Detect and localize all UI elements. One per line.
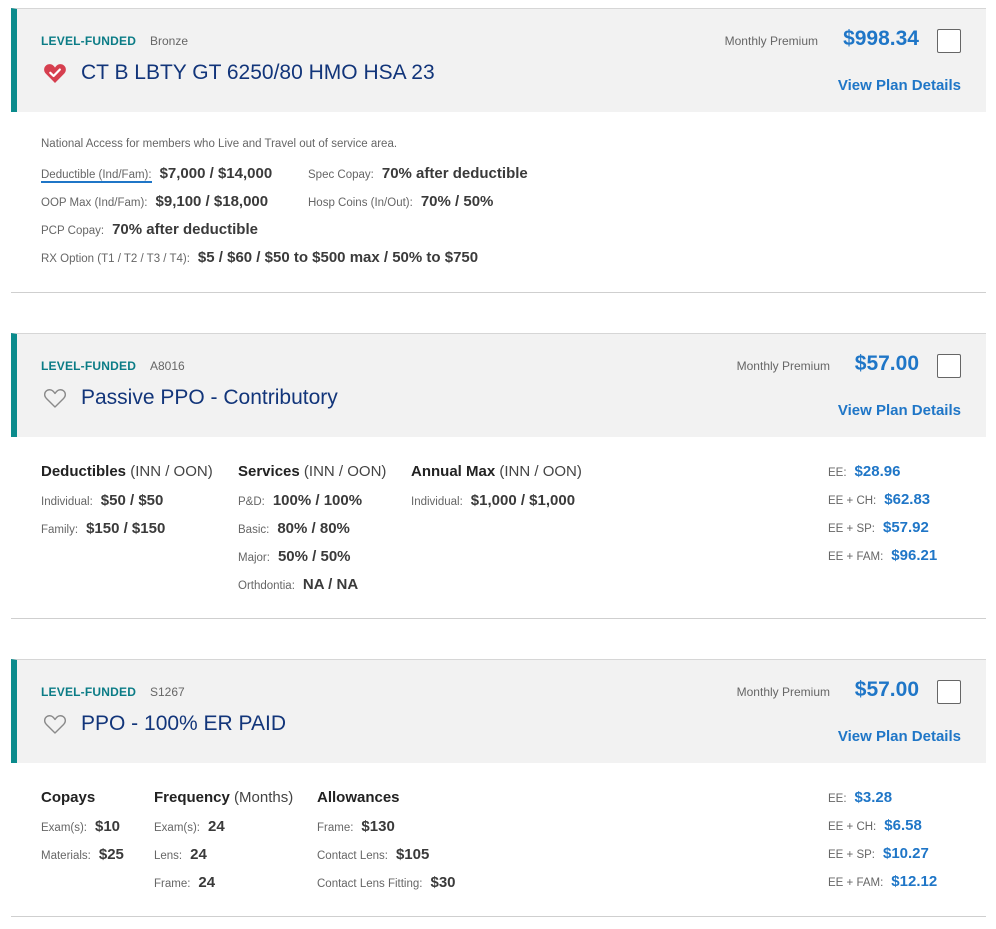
plan-card: LEVEL-FUNDED S1267 PPO - 100% ER PAID Mo…: [11, 659, 986, 917]
column-heading-annual-max: Annual Max (INN / OON): [411, 463, 582, 480]
view-plan-details-link[interactable]: View Plan Details: [838, 728, 961, 745]
benefit-row: Major: 50% / 50%: [238, 548, 351, 565]
plan-tier-tag: LEVEL-FUNDED: [41, 34, 137, 48]
plan-card-header: LEVEL-FUNDED S1267 PPO - 100% ER PAID Mo…: [11, 659, 986, 763]
plan-name: CT B LBTY GT 6250/80 HMO HSA 23: [81, 61, 435, 84]
card-divider: [11, 618, 986, 619]
benefit-value: 70% after deductible: [381, 165, 528, 182]
column-heading-services: Services (INN / OON): [238, 463, 387, 480]
plan-tier-tag: LEVEL-FUNDED: [41, 685, 137, 699]
benefit-value: $5 / $60 / $50 to $500 max / 50% to $750: [197, 249, 479, 266]
rate-row: EE + CH: $6.58: [828, 817, 922, 834]
rate-row: EE: $3.28: [828, 789, 893, 806]
benefit-deductible: Deductible (Ind/Fam): $7,000 / $14,000: [41, 165, 272, 183]
benefit-label: Hosp Coins (In/Out):: [308, 197, 413, 209]
column-heading-deductibles: Deductibles (INN / OON): [41, 463, 213, 480]
benefit-row: Individual: $50 / $50: [41, 492, 164, 509]
benefit-value: 70% after deductible: [112, 221, 258, 238]
benefit-value: 70% / 50%: [420, 193, 494, 210]
rate-row: EE: $28.96: [828, 463, 901, 480]
benefit-row: Exam(s): $10: [41, 818, 121, 835]
monthly-premium-value: $57.00: [854, 678, 919, 701]
benefit-hosp-coins: Hosp Coins (In/Out): 70% / 50%: [308, 193, 493, 210]
benefit-row: P&D: 100% / 100%: [238, 492, 363, 509]
benefit-row: Frame: 24: [154, 874, 216, 891]
benefit-value: $9,100 / $18,000: [155, 193, 269, 210]
plan-card-body: Copays Exam(s): $10 Materials: $25 Frequ…: [11, 763, 986, 917]
benefit-label-link[interactable]: Deductible (Ind/Fam):: [41, 169, 152, 183]
plan-select-checkbox[interactable]: [937, 354, 961, 378]
plan-code: A8016: [150, 359, 185, 373]
benefit-row: Orthdontia: NA / NA: [238, 576, 359, 593]
benefit-label: RX Option (T1 / T2 / T3 / T4):: [41, 253, 190, 265]
heart-outline-icon[interactable]: [43, 387, 67, 409]
benefit-row: Exam(s): 24: [154, 818, 225, 835]
rate-row: EE + SP: $57.92: [828, 519, 929, 536]
benefit-row: Basic: 80% / 80%: [238, 520, 350, 537]
column-heading-allowances: Allowances: [317, 789, 400, 806]
monthly-premium-label: Monthly Premium: [736, 359, 830, 373]
plan-card-body: National Access for members who Live and…: [11, 112, 986, 292]
plan-tier-tag: LEVEL-FUNDED: [41, 359, 137, 373]
benefit-row: Contact Lens: $105: [317, 846, 430, 863]
benefit-spec-copay: Spec Copay: 70% after deductible: [308, 165, 528, 182]
rate-row: EE + SP: $10.27: [828, 845, 929, 862]
monthly-premium-value: $57.00: [854, 352, 919, 375]
plan-metal-level: Bronze: [150, 34, 189, 48]
plan-select-checkbox[interactable]: [937, 29, 961, 53]
rate-row: EE + FAM: $96.21: [828, 547, 938, 564]
plan-note: National Access for members who Live and…: [41, 138, 398, 150]
benefit-label: PCP Copay:: [41, 225, 105, 237]
card-divider: [11, 292, 986, 293]
plan-card-header: LEVEL-FUNDED A8016 Passive PPO - Contrib…: [11, 333, 986, 437]
plan-card-header: LEVEL-FUNDED Bronze CT B LBTY GT 6250/80…: [11, 8, 986, 112]
plan-name: Passive PPO - Contributory: [81, 386, 338, 409]
rate-row: EE + CH: $62.83: [828, 491, 931, 508]
plan-card: LEVEL-FUNDED A8016 Passive PPO - Contrib…: [11, 333, 986, 619]
plan-card: LEVEL-FUNDED Bronze CT B LBTY GT 6250/80…: [11, 8, 986, 293]
benefit-row: Materials: $25: [41, 846, 124, 863]
benefit-label: Spec Copay:: [308, 169, 374, 181]
benefit-label: OOP Max (Ind/Fam):: [41, 197, 148, 209]
column-heading-frequency: Frequency (Months): [154, 789, 294, 806]
plan-select-checkbox[interactable]: [937, 680, 961, 704]
card-divider: [11, 916, 986, 917]
monthly-premium-label: Monthly Premium: [736, 685, 830, 699]
benefit-row: Individual: $1,000 / $1,000: [411, 492, 576, 509]
heart-outline-icon[interactable]: [43, 713, 67, 735]
view-plan-details-link[interactable]: View Plan Details: [838, 77, 961, 94]
view-plan-details-link[interactable]: View Plan Details: [838, 402, 961, 419]
plan-code: S1267: [150, 685, 185, 699]
benefit-row: Lens: 24: [154, 846, 207, 863]
benefit-row: Contact Lens Fitting: $30: [317, 874, 456, 891]
heart-filled-icon[interactable]: [43, 62, 67, 84]
benefit-pcp-copay: PCP Copay: 70% after deductible: [41, 221, 258, 238]
plan-card-body: Deductibles (INN / OON) Individual: $50 …: [11, 437, 986, 619]
monthly-premium-value: $998.34: [843, 27, 919, 50]
plan-name: PPO - 100% ER PAID: [81, 712, 287, 735]
benefit-row: Family: $150 / $150: [41, 520, 166, 537]
benefit-oop-max: OOP Max (Ind/Fam): $9,100 / $18,000: [41, 193, 268, 210]
benefit-row: Frame: $130: [317, 818, 395, 835]
rate-row: EE + FAM: $12.12: [828, 873, 938, 890]
monthly-premium-label: Monthly Premium: [724, 34, 818, 48]
benefit-value: $7,000 / $14,000: [159, 165, 273, 182]
column-heading-copays: Copays: [41, 789, 96, 806]
benefit-rx-option: RX Option (T1 / T2 / T3 / T4): $5 / $60 …: [41, 249, 478, 266]
